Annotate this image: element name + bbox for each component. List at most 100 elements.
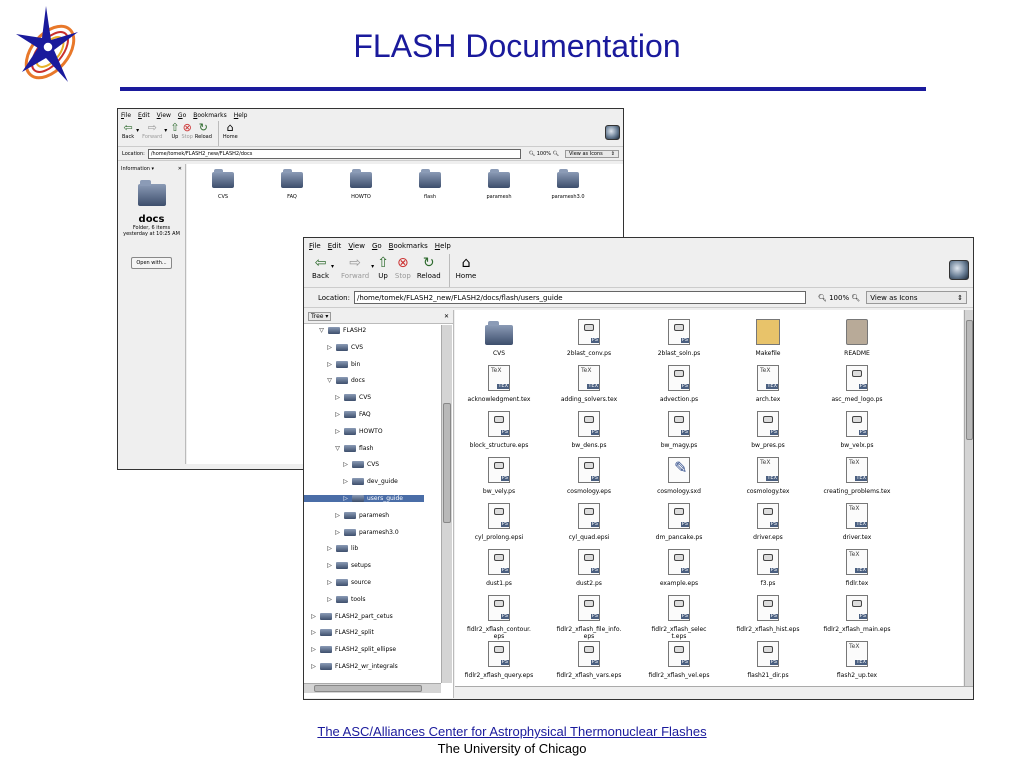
file-item[interactable]: README (813, 319, 901, 357)
file-item[interactable]: PS bw_pres.ps (724, 411, 812, 449)
menu-bookmarks[interactable]: Bookmarks (389, 242, 428, 250)
zoom-out-icon[interactable]: 🔍︎ (818, 294, 827, 302)
up-button[interactable]: ⇧ Up (377, 254, 389, 280)
expander-closed-icon[interactable]: ▷ (310, 629, 317, 636)
file-item[interactable]: CVS (455, 319, 543, 357)
tree-node[interactable]: ▷ CVS (304, 343, 363, 351)
location-input[interactable]: /home/tomek/FLASH2_new/FLASH2/docs (147, 148, 521, 159)
expander-open-icon[interactable]: ▽ (318, 327, 325, 334)
file-item[interactable]: PS bw_velx.ps (813, 411, 901, 449)
tree-node[interactable]: ▷ FLASH2_wr_integrals (304, 663, 398, 670)
file-item[interactable]: TeX TEX fidlr.tex (813, 549, 901, 587)
file-item[interactable]: TeX TEX adding_solvers.tex (545, 365, 633, 403)
menu-help[interactable]: Help (435, 242, 451, 250)
menu-view[interactable]: View (157, 112, 171, 119)
icon-view-scrollbar-thumb[interactable] (966, 320, 973, 440)
tree-hscroll-thumb[interactable] (314, 685, 422, 692)
expander-closed-icon[interactable]: ▷ (334, 512, 341, 519)
expander-closed-icon[interactable]: ▷ (342, 461, 349, 468)
file-item[interactable]: PS fidlr2_xflash_vars.eps (545, 641, 633, 679)
file-item[interactable]: PS dust1.ps (455, 549, 543, 587)
folder-item[interactable]: HOWTO (339, 169, 383, 200)
file-item[interactable]: PS driver.eps (724, 503, 812, 541)
menu-go[interactable]: Go (178, 112, 186, 119)
file-item[interactable]: PS cyl_prolong.epsi (455, 503, 543, 541)
tree-node[interactable]: ▷ FAQ (304, 411, 371, 418)
file-item[interactable]: PS bw_magy.ps (635, 411, 723, 449)
folder-item[interactable]: paramesh3.0 (546, 169, 590, 200)
panel-close-icon[interactable]: ✕ (444, 313, 449, 320)
stop-button[interactable]: ⊗ Stop (395, 254, 411, 280)
file-item[interactable]: PS example.eps (635, 549, 723, 587)
file-item[interactable]: PS fidlr2_xflash_contour. eps (455, 595, 543, 640)
expander-closed-icon[interactable]: ▷ (334, 411, 341, 418)
folder-item[interactable]: flash (408, 169, 452, 200)
tree-node[interactable]: ▷ FLASH2_split_ellipse (304, 646, 396, 654)
panel-close-icon[interactable]: ✕ (178, 166, 182, 172)
forward-button[interactable]: ⇨ Forward (142, 121, 162, 140)
menu-file[interactable]: File (309, 242, 321, 250)
tree-node[interactable]: ▽ docs (304, 377, 365, 385)
file-item[interactable]: PS fidlr2_xflash_hist.eps (724, 595, 812, 633)
expander-closed-icon[interactable]: ▷ (326, 596, 333, 603)
menu-edit[interactable]: Edit (328, 242, 342, 250)
tree-node[interactable]: ▷ paramesh (304, 511, 389, 519)
tree-node[interactable]: ▽ flash (304, 444, 373, 452)
file-item[interactable]: PS cosmology.eps (545, 457, 633, 495)
file-item[interactable]: TeX TEX creating_problems.tex (813, 457, 901, 495)
menu-edit[interactable]: Edit (138, 112, 150, 119)
expander-closed-icon[interactable]: ▷ (326, 545, 333, 552)
open-with-button[interactable]: Open with... (131, 257, 172, 269)
file-item[interactable]: PS fidlr2_xflash_vel.eps (635, 641, 723, 679)
tree-node[interactable]: ▷ HOWTO (304, 427, 383, 435)
file-item[interactable]: PS 2blast_conv.ps (545, 319, 633, 357)
tree-node[interactable]: ▷ CVS (304, 461, 379, 469)
reload-button[interactable]: ↻ Reload (417, 254, 441, 280)
folder-item[interactable]: FAQ (270, 169, 314, 200)
expander-closed-icon[interactable]: ▷ (310, 613, 317, 620)
file-item[interactable]: TeX TEX arch.tex (724, 365, 812, 403)
file-item[interactable]: PS bw_vely.ps (455, 457, 543, 495)
tree-node[interactable]: ▷ tools (304, 595, 366, 603)
panel-selector[interactable]: Tree ▾ (308, 312, 332, 321)
reload-button[interactable]: ↻ Reload (195, 121, 212, 140)
file-item[interactable]: PS dm_pancake.ps (635, 503, 723, 541)
file-item[interactable]: Makefile (724, 319, 812, 357)
expander-closed-icon[interactable]: ▷ (310, 663, 317, 670)
file-item[interactable]: PS fidlr2_xflash_query.eps (455, 641, 543, 679)
zoom-control[interactable]: 🔍︎ 100% 🔍︎ (529, 151, 559, 157)
tree-node[interactable]: ▷ CVS (304, 394, 371, 402)
stop-button[interactable]: ⊗ Stop (182, 121, 193, 140)
expander-closed-icon[interactable]: ▷ (326, 562, 333, 569)
tree-scrollbar-thumb[interactable] (443, 403, 451, 523)
menu-go[interactable]: Go (372, 242, 382, 250)
tree-horizontal-scrollbar[interactable] (304, 683, 441, 693)
folder-item[interactable]: paramesh (477, 169, 521, 200)
footer-center-link[interactable]: The ASC/Alliances Center for Astrophysic… (0, 724, 1024, 739)
tree-node[interactable]: ▽ FLASH2 (304, 327, 366, 334)
file-item[interactable]: PS f3.ps (724, 549, 812, 587)
back-history-dropdown[interactable]: ▾ (331, 263, 334, 270)
tree-node[interactable]: ▷ paramesh3.0 (304, 528, 399, 536)
zoom-in-icon[interactable]: 🔍︎ (553, 151, 559, 157)
tree-node[interactable]: ▷ lib (304, 545, 358, 553)
expander-closed-icon[interactable]: ▷ (342, 478, 349, 485)
forward-history-dropdown[interactable]: ▾ (164, 127, 167, 134)
tree-node[interactable]: ▷ setups (304, 562, 371, 570)
file-item[interactable]: PS advection.ps (635, 365, 723, 403)
file-item[interactable]: PS 2blast_soln.ps (635, 319, 723, 357)
home-button[interactable]: ⌂ Home (456, 254, 477, 280)
file-item[interactable]: PS block_structure.eps (455, 411, 543, 449)
expander-open-icon[interactable]: ▽ (334, 445, 341, 452)
tree-vertical-scrollbar[interactable] (441, 325, 452, 683)
home-button[interactable]: ⌂ Home (223, 121, 238, 140)
folder-item[interactable]: CVS (201, 169, 245, 200)
zoom-control[interactable]: 🔍︎ 100% 🔍︎ (818, 294, 860, 302)
file-item[interactable]: PS fidlr2_xflash_file_info. eps (545, 595, 633, 640)
tree-node[interactable]: ▷ dev_guide (304, 478, 398, 486)
menu-bookmarks[interactable]: Bookmarks (193, 112, 227, 119)
file-item[interactable]: PS asc_med_logo.ps (813, 365, 901, 403)
zoom-in-icon[interactable]: 🔍︎ (851, 294, 860, 302)
tree-node[interactable]: ▷ users_guide (304, 495, 424, 502)
file-item[interactable]: TeX TEX driver.tex (813, 503, 901, 541)
